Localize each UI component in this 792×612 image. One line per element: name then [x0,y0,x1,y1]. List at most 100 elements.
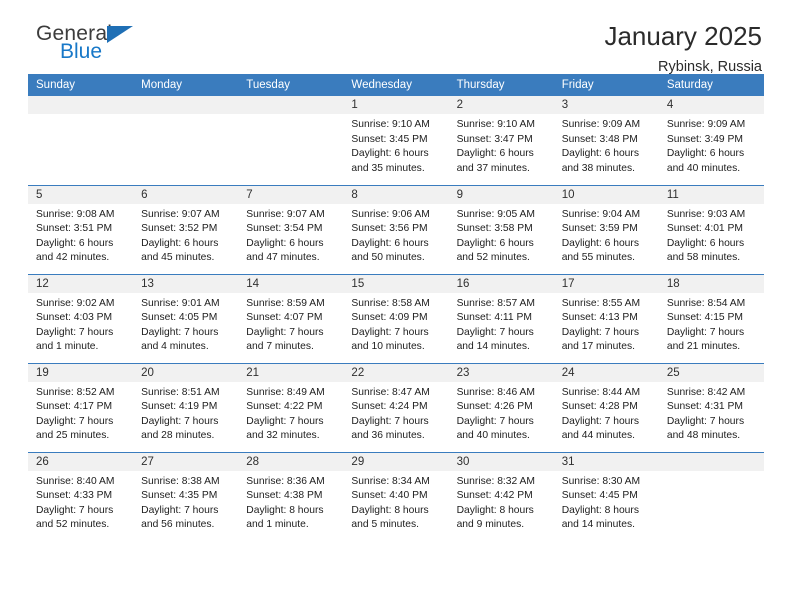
daylight-text: and 52 minutes. [36,519,110,531]
sunset-text: Sunset: 4:22 PM [246,401,323,413]
day-number: 4 [658,96,764,114]
weekday-header-thursday: Thursday [448,74,554,96]
calendar-day-cell[interactable]: 17 Sunrise: 8:55 AM Sunset: 4:13 PM Dayligh… [553,273,659,363]
day-details: Sunrise: 8:42 AM Sunset: 4:31 PM Daylight:… [659,382,764,444]
day-details: Sunrise: 8:38 AM Sunset: 4:35 PM Daylight:… [133,471,238,533]
day-number: 1 [343,96,449,114]
calendar-week-row: 19 Sunrise: 8:52 AM Sunset: 4:17 PM Dayligh… [28,362,764,452]
sunrise-text: Sunrise: 9:10 AM [351,119,430,130]
daylight-text: and 1 minute. [246,519,309,531]
calendar-day-cell[interactable]: 4 Sunrise: 9:09 AM Sunset: 3:49 PM Daylight… [658,96,764,185]
day-details: Sunrise: 8:47 AM Sunset: 4:24 PM Daylight:… [343,382,448,444]
day-number: 26 [28,452,134,471]
daylight-text: Daylight: 7 hours [561,415,639,427]
calendar-day-cell[interactable]: 8 Sunrise: 9:06 AM Sunset: 3:56 PM Daylight… [343,184,449,274]
sunset-text: Sunset: 4:42 PM [456,490,533,502]
daylight-text: and 32 minutes. [246,430,320,442]
sunrise-text: Sunrise: 9:02 AM [36,297,115,309]
calendar-day-cell[interactable]: 26 Sunrise: 8:40 AM Sunset: 4:33 PM Dayligh… [28,451,134,541]
day-details: Sunrise: 8:57 AM Sunset: 4:11 PM Daylight:… [449,293,554,355]
calendar-day-cell[interactable]: 6 Sunrise: 9:07 AM Sunset: 3:52 PM Daylight… [133,184,239,274]
calendar-day-cell[interactable]: 2 Sunrise: 9:10 AM Sunset: 3:47 PM Daylight… [448,96,554,185]
calendar-day-cell[interactable]: 18 Sunrise: 8:54 AM Sunset: 4:15 PM Dayligh… [658,273,764,363]
day-details: Sunrise: 9:06 AM Sunset: 3:56 PM Daylight:… [343,204,448,266]
day-details: Sunrise: 8:30 AM Sunset: 4:45 PM Daylight:… [554,471,659,533]
calendar-day-cell[interactable]: 12 Sunrise: 9:02 AM Sunset: 4:03 PM Dayligh… [28,273,134,363]
sunset-text: Sunset: 4:15 PM [666,312,743,324]
day-details: Sunrise: 8:32 AM Sunset: 4:42 PM Daylight:… [449,471,554,533]
day-number: 14 [238,274,344,293]
sunset-text: Sunset: 3:52 PM [141,223,218,235]
calendar-day-cell-empty [28,96,134,185]
calendar-day-cell[interactable]: 5 Sunrise: 9:08 AM Sunset: 3:51 PM Daylight… [28,184,134,274]
day-number: 13 [133,274,239,293]
day-number: 15 [343,274,449,293]
sunrise-text: Sunrise: 9:01 AM [141,297,220,309]
sunset-text: Sunset: 3:56 PM [351,223,428,235]
day-details: Sunrise: 8:54 AM Sunset: 4:15 PM Daylight:… [659,293,764,355]
sunrise-text: Sunrise: 9:05 AM [456,208,535,220]
daylight-text: and 35 minutes. [351,162,425,174]
sunrise-text: Sunrise: 8:42 AM [666,386,746,398]
day-details: Sunrise: 8:52 AM Sunset: 4:17 PM Daylight:… [28,382,133,444]
calendar-day-cell[interactable]: 9 Sunrise: 9:05 AM Sunset: 3:58 PM Daylight… [448,184,554,274]
sunrise-text: Sunrise: 8:52 AM [36,386,115,398]
day-number: 17 [553,274,659,293]
daylight-text: and 42 minutes. [36,252,110,264]
day-number: 18 [658,274,764,293]
sunrise-text: Sunrise: 9:07 AM [141,208,220,220]
sunset-text: Sunset: 4:19 PM [141,401,218,413]
sunset-text: Sunset: 3:58 PM [456,223,533,235]
daylight-text: and 37 minutes. [456,162,530,174]
calendar-day-cell[interactable]: 22 Sunrise: 8:47 AM Sunset: 4:24 PM Dayligh… [343,362,449,452]
calendar-day-cell[interactable]: 20 Sunrise: 8:51 AM Sunset: 4:19 PM Dayligh… [133,362,239,452]
calendar-day-cell[interactable]: 15 Sunrise: 8:58 AM Sunset: 4:09 PM Dayligh… [343,273,449,363]
calendar-week-row: 12 Sunrise: 9:02 AM Sunset: 4:03 PM Dayligh… [28,273,764,363]
calendar-day-cell[interactable]: 30 Sunrise: 8:32 AM Sunset: 4:42 PM Dayligh… [448,451,554,541]
day-number: 2 [448,96,554,114]
sunset-text: Sunset: 4:09 PM [351,312,428,324]
calendar-day-cell[interactable]: 24 Sunrise: 8:44 AM Sunset: 4:28 PM Dayligh… [553,362,659,452]
day-number: 22 [343,363,449,382]
daylight-text: Daylight: 7 hours [351,326,429,338]
page-header: General Blue January 2025 Rybinsk, Russi… [28,0,764,75]
calendar-day-cell[interactable]: 14 Sunrise: 8:59 AM Sunset: 4:07 PM Dayligh… [238,273,344,363]
calendar-body: 1 Sunrise: 9:10 AM Sunset: 3:45 PM Daylight… [28,96,764,541]
daylight-text: Daylight: 7 hours [666,326,745,338]
daylight-text: and 44 minutes. [561,430,635,442]
sunrise-text: Sunrise: 8:57 AM [456,297,535,309]
calendar-day-cell[interactable]: 25 Sunrise: 8:42 AM Sunset: 4:31 PM Dayligh… [658,362,764,452]
calendar-day-cell[interactable]: 29 Sunrise: 8:34 AM Sunset: 4:40 PM Dayligh… [343,451,449,541]
calendar-day-cell[interactable]: 1 Sunrise: 9:10 AM Sunset: 3:45 PM Daylight… [343,96,449,185]
sunset-text: Sunset: 4:40 PM [351,490,428,502]
day-details: Sunrise: 9:03 AM Sunset: 4:01 PM Daylight:… [659,204,764,266]
general-blue-logo[interactable]: General Blue [28,22,208,74]
calendar-day-cell[interactable]: 19 Sunrise: 8:52 AM Sunset: 4:17 PM Dayligh… [28,362,134,452]
calendar-day-cell[interactable]: 11 Sunrise: 9:03 AM Sunset: 4:01 PM Dayligh… [658,184,764,274]
day-number: 19 [28,363,134,382]
sunset-text: Sunset: 3:48 PM [561,133,638,145]
calendar-day-cell[interactable]: 28 Sunrise: 8:36 AM Sunset: 4:38 PM Dayligh… [238,451,344,541]
sunrise-text: Sunrise: 8:34 AM [351,475,430,487]
calendar-day-cell[interactable]: 3 Sunrise: 9:09 AM Sunset: 3:48 PM Daylight… [553,96,659,185]
daylight-text: Daylight: 6 hours [246,237,324,249]
calendar-day-cell[interactable]: 27 Sunrise: 8:38 AM Sunset: 4:35 PM Dayligh… [133,451,239,541]
calendar-day-cell[interactable]: 10 Sunrise: 9:04 AM Sunset: 3:59 PM Dayligh… [553,184,659,274]
daylight-text: Daylight: 7 hours [246,326,324,338]
calendar-day-cell[interactable]: 16 Sunrise: 8:57 AM Sunset: 4:11 PM Dayligh… [448,273,554,363]
sunrise-text: Sunrise: 9:08 AM [36,208,115,220]
day-details: Sunrise: 8:55 AM Sunset: 4:13 PM Daylight:… [554,293,659,355]
daylight-text: and 58 minutes. [666,252,741,264]
calendar-day-cell[interactable]: 7 Sunrise: 9:07 AM Sunset: 3:54 PM Daylight… [238,184,344,274]
daylight-text: and 50 minutes. [351,252,425,264]
weekday-header-sunday: Sunday [28,74,134,96]
calendar-day-cell[interactable]: 13 Sunrise: 9:01 AM Sunset: 4:05 PM Dayligh… [133,273,239,363]
calendar-day-cell[interactable]: 31 Sunrise: 8:30 AM Sunset: 4:45 PM Dayligh… [553,451,659,541]
day-number [238,96,344,114]
day-details: Sunrise: 8:36 AM Sunset: 4:38 PM Daylight:… [238,471,343,533]
sunset-text: Sunset: 4:07 PM [246,312,323,324]
day-number: 6 [133,185,239,204]
calendar-day-cell[interactable]: 21 Sunrise: 8:49 AM Sunset: 4:22 PM Dayligh… [238,362,344,452]
daylight-text: and 14 minutes. [456,341,530,353]
calendar-day-cell[interactable]: 23 Sunrise: 8:46 AM Sunset: 4:26 PM Dayligh… [448,362,554,452]
